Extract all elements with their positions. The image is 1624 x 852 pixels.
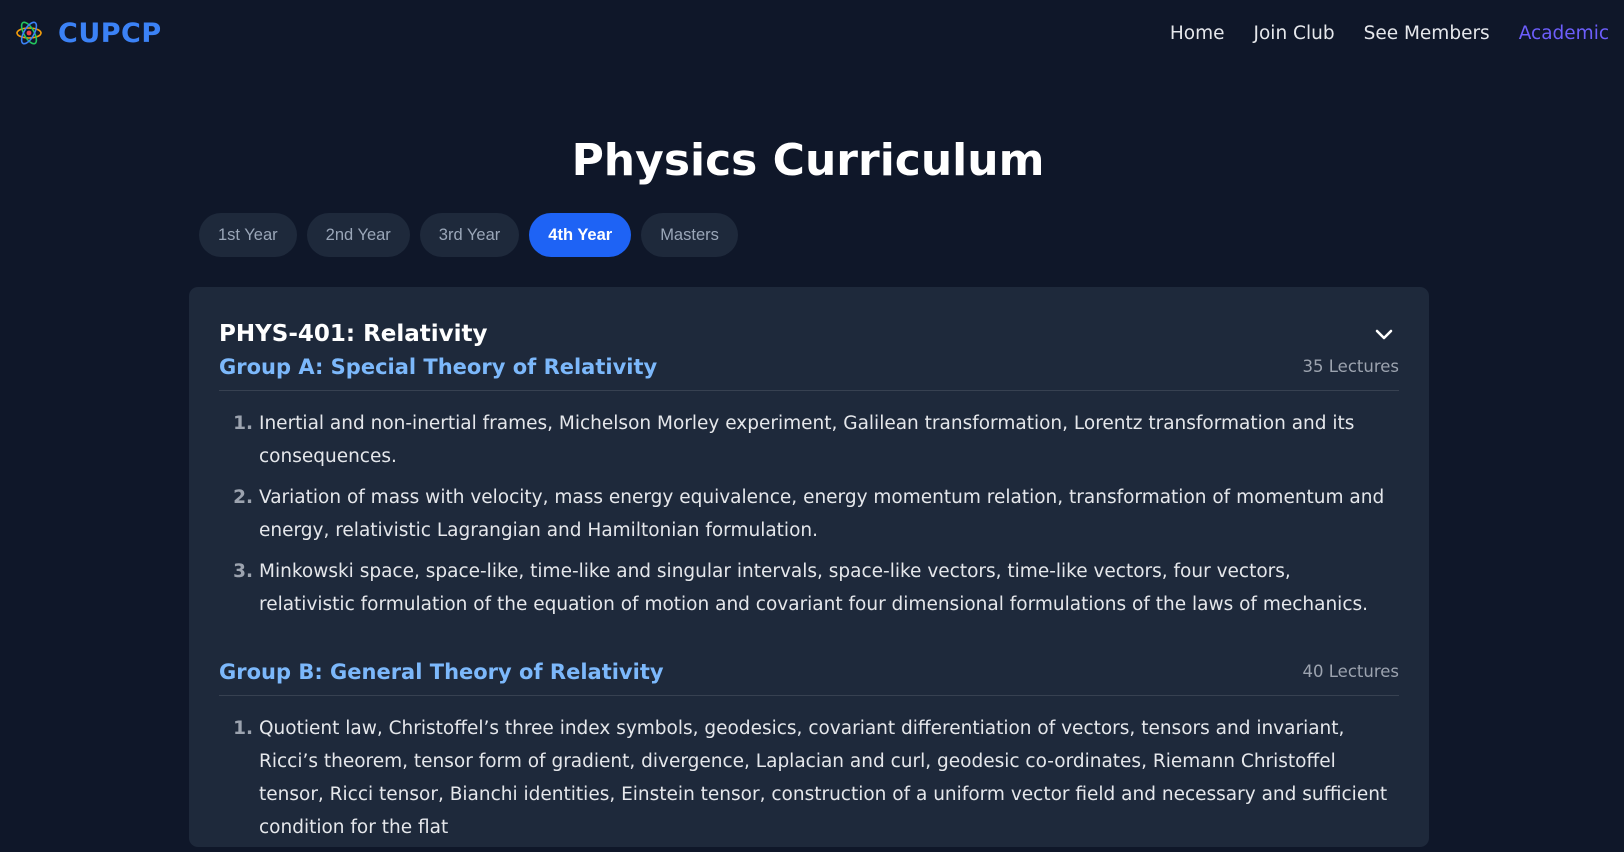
lecture-count: 35 Lectures: [1302, 357, 1399, 376]
item-text: Minkowski space, space-like, time-like a…: [259, 561, 1369, 615]
topic-list: 1. Inertial and non-inertial frames, Mic…: [219, 391, 1399, 621]
nav-academic[interactable]: Academic: [1519, 23, 1609, 44]
item-number: 1.: [233, 718, 253, 739]
group-a: Group A: Special Theory of Relativity 35…: [219, 343, 1399, 629]
group-header: Group A: Special Theory of Relativity 35…: [219, 343, 1399, 391]
tab-masters[interactable]: Masters: [641, 213, 738, 257]
tab-2nd-year[interactable]: 2nd Year: [306, 213, 410, 257]
group-title: Group B: General Theory of Relativity: [219, 659, 664, 684]
top-navbar: CUPCP Home Join Club See Members Academi…: [0, 0, 1624, 66]
year-tabs: 1st Year 2nd Year 3rd Year 4th Year Mast…: [199, 213, 738, 257]
list-item: 1. Quotient law, Christoffel’s three ind…: [219, 712, 1399, 844]
list-item: 3. Minkowski space, space-like, time-lik…: [219, 555, 1399, 621]
lecture-count: 40 Lectures: [1302, 662, 1399, 681]
atom-icon: [16, 21, 42, 45]
list-item: 2. Variation of mass with velocity, mass…: [219, 481, 1399, 547]
tab-4th-year[interactable]: 4th Year: [529, 213, 632, 257]
course-card: PHYS-401: Relativity Group A: Special Th…: [189, 287, 1429, 847]
brand-link[interactable]: CUPCP: [14, 18, 162, 49]
main-nav: Home Join Club See Members Academic: [1170, 23, 1610, 44]
nav-see-members[interactable]: See Members: [1364, 23, 1490, 44]
group-title: Group A: Special Theory of Relativity: [219, 354, 658, 379]
group-b: Group B: General Theory of Relativity 40…: [219, 648, 1399, 852]
item-text: Variation of mass with velocity, mass en…: [259, 487, 1385, 541]
item-number: 3.: [233, 561, 253, 582]
tab-3rd-year[interactable]: 3rd Year: [419, 213, 520, 257]
item-text: Inertial and non-inertial frames, Michel…: [259, 413, 1355, 467]
brand-name: CUPCP: [58, 17, 162, 49]
tab-1st-year[interactable]: 1st Year: [199, 213, 297, 257]
page-title: Physics Curriculum: [571, 135, 1045, 186]
nav-home[interactable]: Home: [1170, 23, 1225, 44]
group-header: Group B: General Theory of Relativity 40…: [219, 648, 1399, 696]
item-number: 1.: [233, 413, 253, 434]
list-item: 1. Inertial and non-inertial frames, Mic…: [219, 407, 1399, 473]
item-text: Quotient law, Christoffel’s three index …: [259, 718, 1388, 838]
topic-list: 1. Quotient law, Christoffel’s three ind…: [219, 696, 1399, 844]
nav-join-club[interactable]: Join Club: [1254, 23, 1335, 44]
item-number: 2.: [233, 487, 253, 508]
